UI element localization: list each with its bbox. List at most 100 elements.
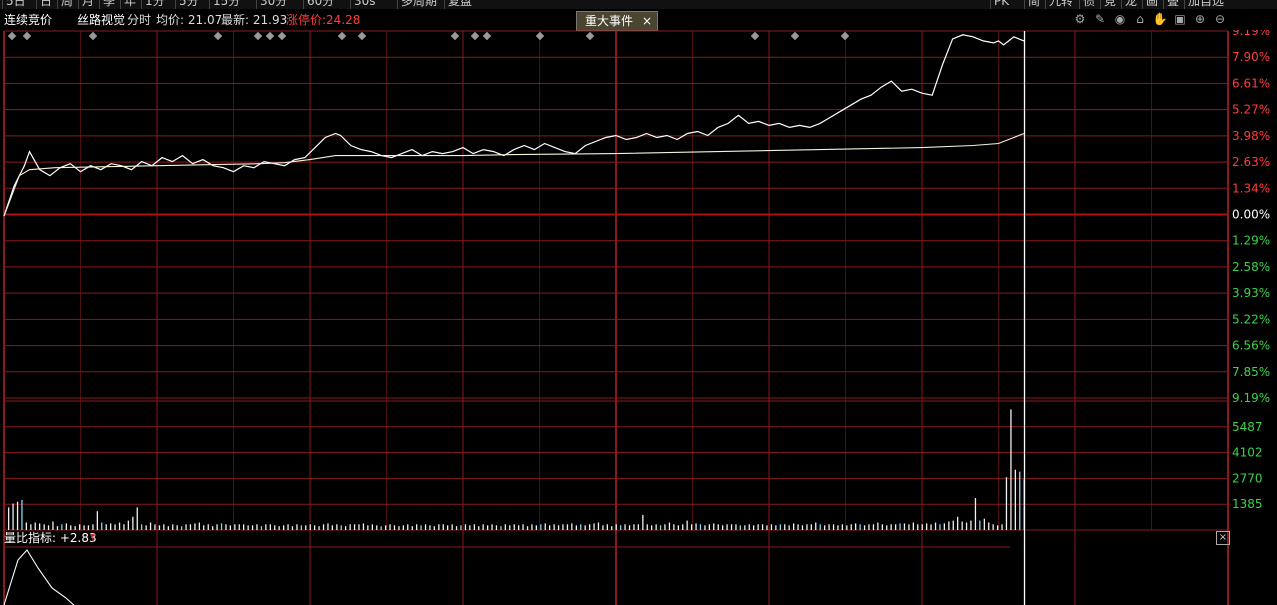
event-marker-icon[interactable]	[750, 31, 760, 41]
hand-icon[interactable]: ✋	[1150, 12, 1170, 26]
event-marker-icon[interactable]	[585, 31, 595, 41]
volume-ratio-label: 量比指标: +2.83	[4, 531, 97, 545]
volume-bar	[1014, 469, 1016, 530]
volume-bar	[34, 522, 36, 530]
price-axis-label: 0.00%	[1232, 208, 1270, 222]
period-tab-12[interactable]: 多周期	[397, 0, 440, 9]
period-tab-13[interactable]: 复盘	[444, 0, 475, 9]
period-tab-3[interactable]: 月	[78, 0, 97, 9]
tool-tab-4[interactable]: 竞	[1100, 0, 1119, 9]
volume-bar	[220, 523, 223, 530]
major-event-tab[interactable]: 重大事件 ×	[576, 11, 658, 31]
period-tab-5[interactable]: 年	[120, 0, 139, 9]
tool-tab-7[interactable]: 叠	[1163, 0, 1182, 9]
event-marker-icon[interactable]	[790, 31, 800, 41]
event-marker-icon[interactable]	[253, 31, 263, 41]
tool-tab-1[interactable]: 简	[1024, 0, 1043, 9]
volume-bar	[686, 520, 688, 530]
period-tab-11[interactable]: 30s	[350, 0, 379, 9]
period-tab-2[interactable]: 周	[57, 0, 76, 9]
intraday-chart[interactable]: 9.19% 7.90% 6.61% 5.27% 3.98% 2.63% 1.34% 0.00%…	[0, 30, 1277, 605]
tool-tab-2[interactable]: 九转	[1045, 0, 1076, 9]
period-tab-7[interactable]: 5分	[175, 0, 202, 9]
event-marker-icon[interactable]	[470, 31, 480, 41]
lock-icon[interactable]: ▣	[1170, 12, 1190, 26]
price-axis-label: 2.58%	[1232, 260, 1270, 274]
volume-bar	[25, 522, 27, 530]
event-marker-icon[interactable]	[535, 31, 545, 41]
close-indicator-icon[interactable]: ×	[1216, 531, 1230, 545]
volume-axis-label: 4102	[1232, 446, 1263, 460]
volume-bar	[815, 522, 817, 530]
volume-bar	[970, 520, 972, 530]
event-marker-icon[interactable]	[450, 31, 460, 41]
stock-name[interactable]: 丝路视觉	[77, 10, 125, 30]
volume-bar	[327, 523, 329, 530]
volume-bar	[965, 522, 968, 530]
tool-tab-0[interactable]: PK	[990, 0, 1012, 9]
price-axis-label: 6.61%	[1232, 76, 1270, 90]
period-tab-6[interactable]: 1分	[141, 0, 168, 9]
volume-axis-label: 5487	[1232, 420, 1263, 434]
volume-bar	[979, 520, 981, 530]
volume-bar	[127, 520, 129, 530]
volume-bar	[983, 518, 985, 530]
volume-bar	[1005, 477, 1008, 530]
price-axis-label: 5.27%	[1232, 103, 1270, 117]
volume-bar	[571, 523, 573, 530]
volume-bar	[1019, 471, 1021, 530]
event-marker-icon[interactable]	[265, 31, 275, 41]
volume-bar	[118, 522, 121, 530]
basket-icon[interactable]: ⌂	[1130, 12, 1150, 26]
tool-tab-5[interactable]: 龙	[1121, 0, 1140, 9]
volume-bar	[988, 522, 990, 530]
volume-bar	[101, 522, 103, 530]
volume-bar	[362, 523, 365, 530]
tool-tab-6[interactable]: 画	[1142, 0, 1161, 9]
period-tab-10[interactable]: 60分	[303, 0, 337, 9]
period-tab-8[interactable]: 15分	[209, 0, 243, 9]
volume-axis-label: 1385	[1232, 497, 1263, 511]
tool-tab-8[interactable]: 加自选	[1184, 0, 1227, 9]
avg-price: 均价: 21.07	[156, 13, 223, 27]
volume-bar	[899, 523, 901, 530]
volume-bar	[855, 523, 857, 530]
limit-up-price: 涨停价:24.28	[286, 13, 361, 27]
event-marker-icon[interactable]	[840, 31, 850, 41]
volume-bar	[793, 523, 795, 530]
event-marker-icon[interactable]	[337, 31, 347, 41]
period-tab-9[interactable]: 30分	[256, 0, 290, 9]
event-marker-icon[interactable]	[357, 31, 367, 41]
close-icon[interactable]: ×	[642, 12, 652, 30]
zoom-in-icon[interactable]: ⊕	[1190, 12, 1210, 26]
eye-icon[interactable]: ◉	[1110, 12, 1130, 26]
period-tab-1[interactable]: 日	[36, 0, 55, 9]
volume-bar	[65, 523, 67, 530]
event-marker-icon[interactable]	[7, 31, 17, 41]
event-marker-icon[interactable]	[22, 31, 32, 41]
pen-icon[interactable]: ✎	[1090, 12, 1110, 26]
trading-mode: 连续竞价	[4, 13, 53, 27]
settings-icon[interactable]: ⚙	[1070, 12, 1090, 26]
volume-axis-label: 2770	[1232, 471, 1263, 485]
tool-tab-3[interactable]: 债	[1079, 0, 1098, 9]
zoom-out-icon[interactable]: ⊖	[1210, 12, 1230, 26]
volume-bar	[597, 522, 600, 530]
event-marker-icon[interactable]	[88, 31, 98, 41]
volume-bar	[110, 523, 112, 530]
price-axis-label: 1.34%	[1232, 181, 1270, 195]
period-tab-4[interactable]: 季	[99, 0, 118, 9]
volume-bar	[957, 516, 959, 530]
volume-ratio-line	[3, 549, 75, 605]
volume-bar	[912, 522, 914, 530]
volume-bar	[877, 522, 879, 530]
period-label: 分时	[127, 13, 152, 27]
volume-bar	[52, 521, 54, 530]
event-marker-icon[interactable]	[482, 31, 492, 41]
volume-bar	[593, 523, 595, 530]
period-tab-0[interactable]: 5日	[2, 0, 29, 9]
price-axis-label: 9.19%	[1232, 30, 1270, 38]
price-axis-label: 3.98%	[1232, 129, 1270, 143]
event-marker-icon[interactable]	[213, 31, 223, 41]
event-marker-icon[interactable]	[277, 31, 287, 41]
